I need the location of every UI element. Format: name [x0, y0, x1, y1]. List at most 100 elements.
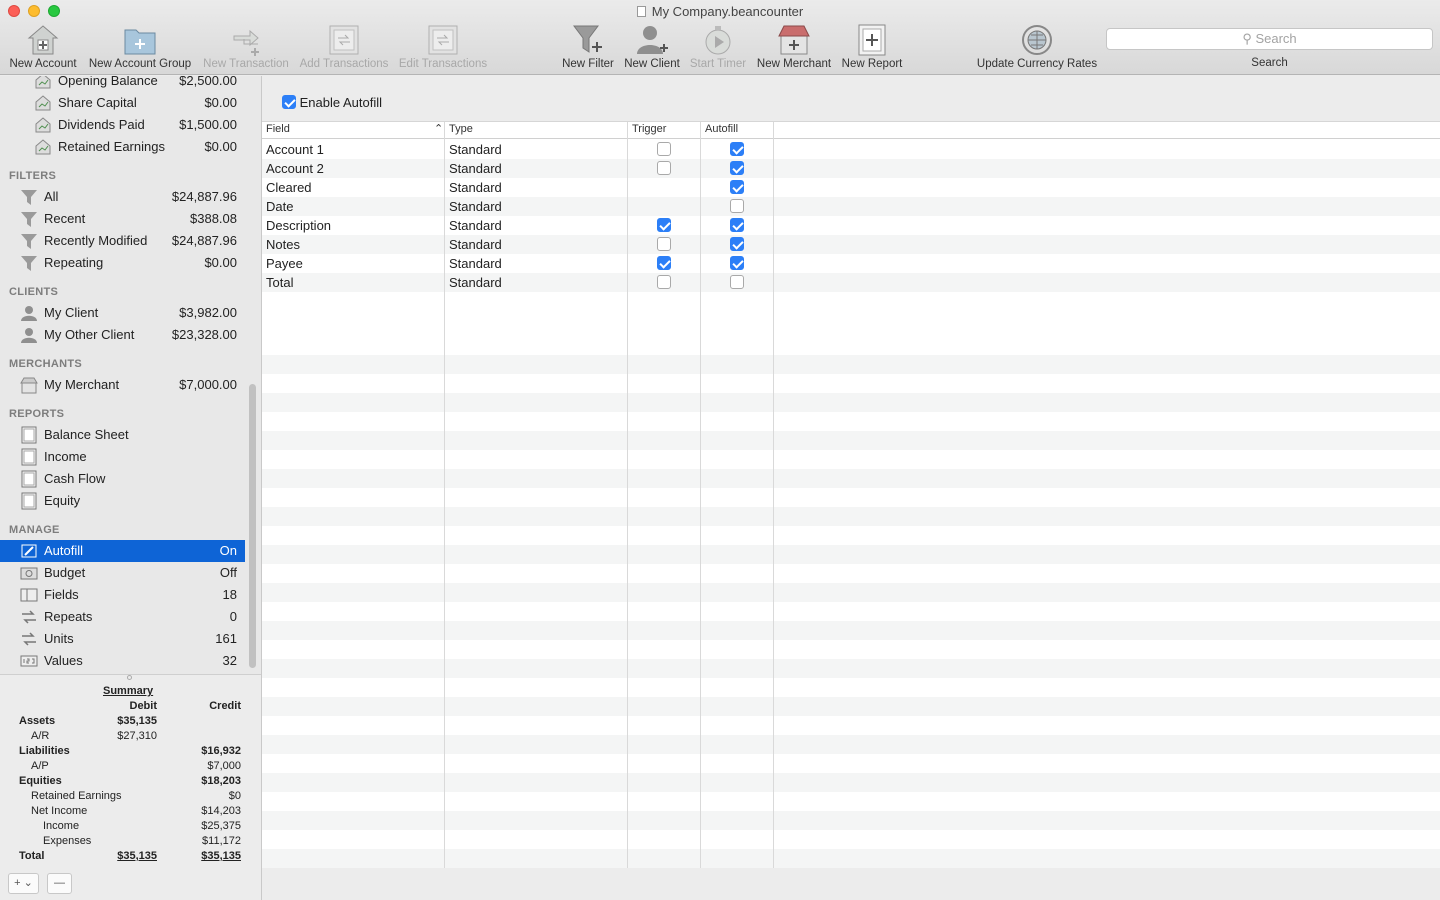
- summary-row-label: Assets: [19, 715, 56, 727]
- column-header-type[interactable]: Type: [449, 123, 473, 135]
- field-type-cell: Standard: [449, 142, 502, 157]
- checkbox-icon[interactable]: [282, 95, 296, 109]
- new-transaction-button[interactable]: New Transaction: [200, 22, 292, 72]
- sidebar-item-dividends-paid[interactable]: Dividends Paid $1,500.00: [0, 114, 245, 136]
- sidebar-item-autofill[interactable]: Autofill On: [0, 540, 245, 562]
- trigger-checkbox[interactable]: [657, 161, 671, 175]
- trigger-checkbox[interactable]: [657, 218, 671, 232]
- field-name-cell: Date: [266, 199, 294, 214]
- search-placeholder: Search: [1255, 31, 1297, 46]
- summary-row-label: Income: [43, 820, 80, 832]
- new-filter-button[interactable]: New Filter: [558, 22, 618, 72]
- sidebar-item-equity[interactable]: Equity: [0, 490, 245, 512]
- autofill-checkbox[interactable]: [730, 142, 744, 156]
- report-icon: [21, 426, 37, 444]
- sidebar-item-value: $0.00: [204, 95, 237, 110]
- sidebar-item-label: Dividends Paid: [58, 117, 145, 132]
- new-account-button[interactable]: New Account: [4, 22, 82, 72]
- autofill-checkbox[interactable]: [730, 161, 744, 175]
- edit-transactions-label: Edit Transactions: [398, 58, 488, 70]
- autofill-checkbox[interactable]: [730, 218, 744, 232]
- field-type-cell: Standard: [449, 199, 502, 214]
- new-account-group-button[interactable]: New Account Group: [86, 22, 194, 72]
- autofill-pane: Enable Autofill Field ⌃ Type Trigger Aut…: [261, 76, 1440, 868]
- sidebar-item-budget[interactable]: Budget Off: [0, 562, 245, 584]
- sidebar-item-value: On: [219, 543, 237, 558]
- search-field[interactable]: ⚲ Search: [1106, 28, 1433, 50]
- field-name-cell: Account 2: [266, 161, 324, 176]
- table-row[interactable]: Total Standard: [262, 273, 1440, 292]
- repeat-icon: [22, 610, 36, 624]
- table-row[interactable]: Cleared Standard: [262, 178, 1440, 197]
- values-icon: [20, 655, 38, 667]
- new-account-icon: [27, 25, 59, 55]
- table-row[interactable]: Notes Standard: [262, 235, 1440, 254]
- add-menu-button[interactable]: + ⌄: [8, 873, 39, 894]
- add-transactions-button[interactable]: Add Transactions: [296, 22, 392, 72]
- sidebar-item-label: Budget: [44, 565, 86, 580]
- sidebar-item-my-other-client[interactable]: My Other Client $23,328.00: [0, 324, 245, 346]
- sidebar-item-fields[interactable]: Fields 18: [0, 584, 245, 606]
- sidebar-item-value: $3,982.00: [179, 305, 237, 320]
- sidebar-scrollbar[interactable]: [249, 384, 256, 668]
- filter-icon: [21, 212, 37, 227]
- column-header-autofill[interactable]: Autofill: [705, 123, 738, 135]
- sidebar-item-label: Repeating: [44, 255, 104, 270]
- table-row[interactable]: Account 2 Standard: [262, 159, 1440, 178]
- autofill-checkbox[interactable]: [730, 237, 744, 251]
- start-timer-icon: [705, 26, 731, 55]
- field-name-cell: Cleared: [266, 180, 312, 195]
- sidebar-item-all[interactable]: All $24,887.96: [0, 186, 245, 208]
- sidebar-item-value: $24,887.96: [171, 189, 237, 204]
- autofill-checkbox[interactable]: [730, 199, 744, 213]
- sidebar-item-opening-balance[interactable]: Opening Balance $2,500.00: [0, 76, 245, 92]
- sidebar-item-share-capital[interactable]: Share Capital $0.00: [0, 92, 245, 114]
- sidebar-item-recently-modified[interactable]: Recently Modified $24,887.96: [0, 230, 245, 252]
- edit-transactions-button[interactable]: Edit Transactions: [396, 22, 490, 72]
- sidebar-item-my-client[interactable]: My Client $3,982.00: [0, 302, 245, 324]
- remove-button[interactable]: —: [47, 873, 72, 894]
- new-account-group-icon: [124, 29, 156, 55]
- field-type-cell: Standard: [449, 237, 502, 252]
- new-report-button[interactable]: New Report: [838, 22, 906, 72]
- new-client-button[interactable]: New Client: [622, 22, 682, 72]
- table-row[interactable]: Date Standard: [262, 197, 1440, 216]
- sidebar-item-cash-flow[interactable]: Cash Flow: [0, 468, 245, 490]
- sidebar-item-values[interactable]: Values 32: [0, 650, 245, 672]
- credit-header: Credit: [209, 700, 241, 712]
- autofill-checkbox[interactable]: [730, 256, 744, 270]
- sidebar-item-my-merchant[interactable]: My Merchant $7,000.00: [0, 374, 245, 396]
- new-merchant-button[interactable]: New Merchant: [754, 22, 834, 72]
- table-row[interactable]: Payee Standard: [262, 254, 1440, 273]
- enable-autofill-checkbox[interactable]: Enable Autofill: [282, 95, 382, 110]
- trigger-checkbox[interactable]: [657, 142, 671, 156]
- table-row[interactable]: Description Standard: [262, 216, 1440, 235]
- start-timer-button[interactable]: Start Timer: [686, 22, 750, 72]
- new-report-label: New Report: [841, 58, 903, 70]
- sidebar-item-units[interactable]: Units 161: [0, 628, 245, 650]
- update-currency-rates-button[interactable]: Update Currency Rates: [974, 22, 1100, 72]
- field-type-cell: Standard: [449, 161, 502, 176]
- sidebar-item-income[interactable]: Income: [0, 446, 245, 468]
- new-merchant-label: New Merchant: [756, 58, 832, 70]
- trigger-checkbox[interactable]: [657, 237, 671, 251]
- autofill-checkbox[interactable]: [730, 275, 744, 289]
- trigger-checkbox[interactable]: [657, 256, 671, 270]
- title-bar: My Company.beancounter New Account New A…: [0, 0, 1440, 75]
- fields-icon: [20, 588, 38, 602]
- sidebar-item-recent[interactable]: Recent $388.08: [0, 208, 245, 230]
- sidebar-item-retained-earnings[interactable]: Retained Earnings $0.00: [0, 136, 245, 158]
- column-header-trigger[interactable]: Trigger: [632, 123, 666, 135]
- new-client-label: New Client: [624, 58, 680, 70]
- autofill-checkbox[interactable]: [730, 180, 744, 194]
- add-transactions-label: Add Transactions: [299, 58, 389, 70]
- sidebar-item-label: Units: [44, 631, 74, 646]
- sidebar-item-balance-sheet[interactable]: Balance Sheet: [0, 424, 245, 446]
- trigger-checkbox[interactable]: [657, 275, 671, 289]
- table-row[interactable]: Account 1 Standard: [262, 140, 1440, 159]
- sidebar-item-repeats[interactable]: Repeats 0: [0, 606, 245, 628]
- column-header-field[interactable]: Field: [266, 123, 290, 135]
- sidebar-item-value: $24,887.96: [171, 233, 237, 248]
- sidebar-item-repeating[interactable]: Repeating $0.00: [0, 252, 245, 274]
- window-title-text: My Company.beancounter: [651, 4, 804, 19]
